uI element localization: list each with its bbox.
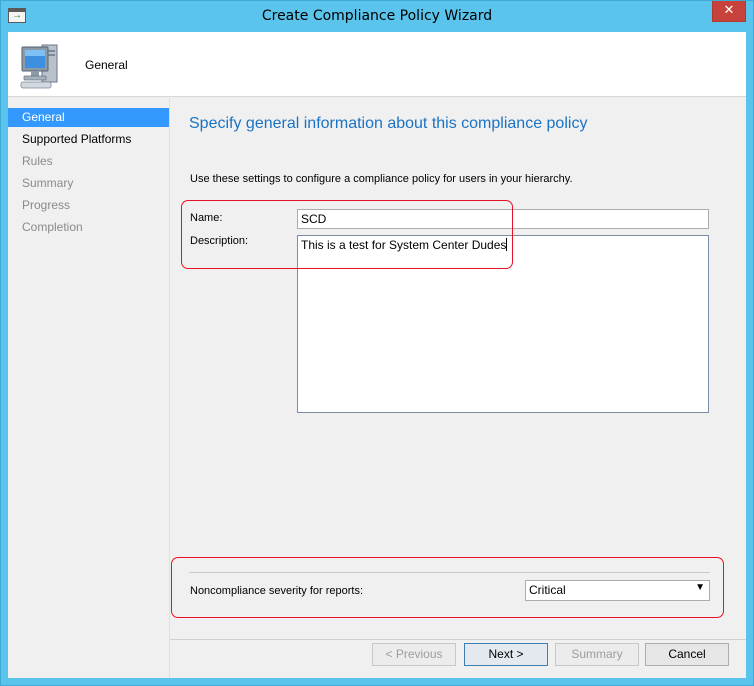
close-button[interactable]: ✕ [712,1,746,22]
header-title: General [85,58,128,72]
nav-item-summary: Summary [22,176,74,190]
wizard-window: Create Compliance Policy Wizard ✕ Genera… [0,0,754,686]
previous-button[interactable]: < Previous [372,643,456,666]
page-intro: Use these settings to configure a compli… [190,173,573,185]
nav-item-rules: Rules [22,154,53,168]
nav-item-completion: Completion [22,220,83,234]
severity-highlight [171,557,724,618]
footer-divider [170,639,746,640]
computer-icon [20,44,58,89]
wizard-header: General [8,32,746,97]
next-button[interactable]: Next > [464,643,548,666]
title-bar[interactable]: Create Compliance Policy Wizard ✕ [1,1,753,32]
cancel-button[interactable]: Cancel [645,643,729,666]
nav-item-progress: Progress [22,198,71,212]
nav-item-supported-platforms[interactable]: Supported Platforms [8,130,169,149]
summary-button[interactable]: Summary [555,643,639,666]
name-description-highlight [181,200,513,269]
page-heading: Specify general information about this c… [189,115,588,132]
nav-item-general[interactable]: General [8,108,169,127]
window-title: Create Compliance Policy Wizard [261,8,493,24]
wizard-nav: General Supported Platforms Rules Summar… [8,98,169,678]
